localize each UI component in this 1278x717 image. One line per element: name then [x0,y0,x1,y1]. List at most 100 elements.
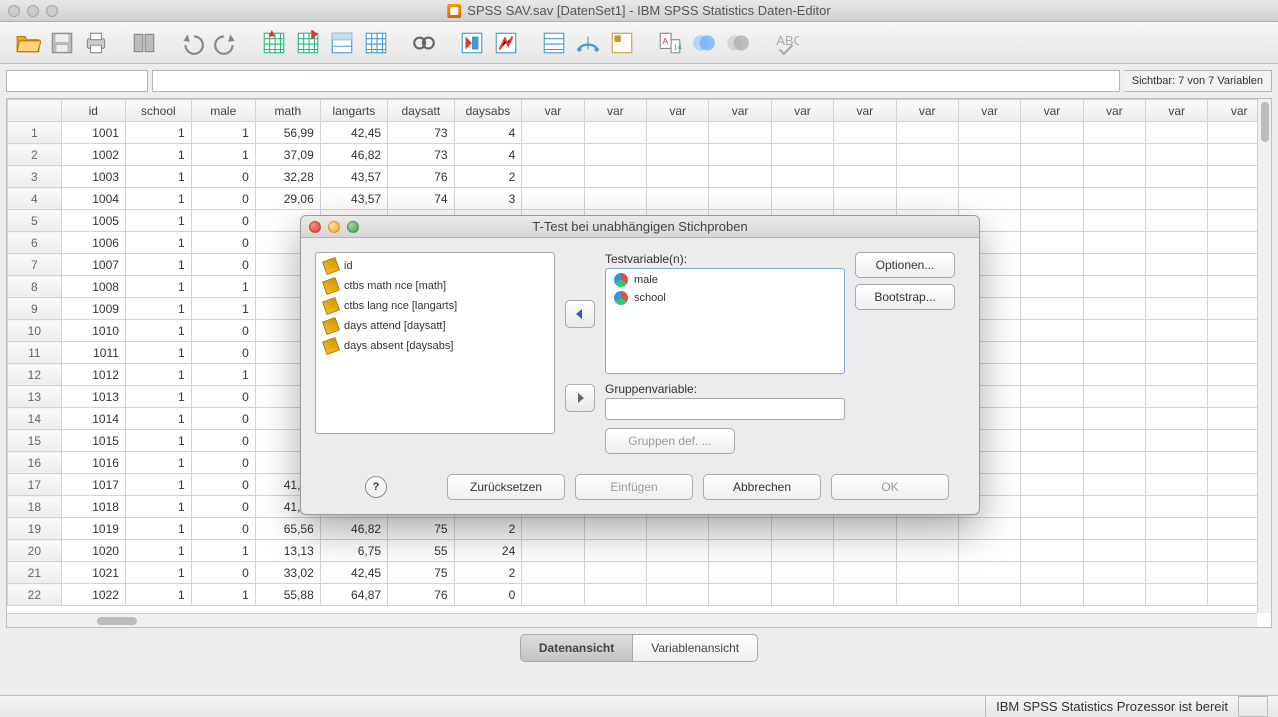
row-header[interactable]: 15 [8,430,62,452]
data-cell[interactable] [771,540,833,562]
row-header[interactable]: 6 [8,232,62,254]
show-all-button[interactable] [690,29,718,57]
data-cell[interactable]: 1013 [61,386,125,408]
row-header[interactable]: 19 [8,518,62,540]
col-header-empty[interactable]: var [584,100,646,122]
data-cell[interactable] [771,562,833,584]
data-cell[interactable]: 6,75 [320,540,387,562]
data-cell[interactable] [1021,408,1083,430]
data-cell[interactable]: 1012 [61,364,125,386]
data-cell[interactable]: 2 [454,518,522,540]
data-cell[interactable] [1083,320,1145,342]
data-cell[interactable]: 1 [191,122,255,144]
data-cell[interactable] [771,584,833,606]
data-cell[interactable]: 74 [388,188,455,210]
data-cell[interactable] [522,584,584,606]
data-cell[interactable] [1083,386,1145,408]
data-cell[interactable]: 75 [388,562,455,584]
data-cell[interactable]: 37,09 [255,144,320,166]
data-cell[interactable]: 0 [191,188,255,210]
data-cell[interactable] [709,518,771,540]
data-cell[interactable]: 46,82 [320,518,387,540]
source-list-item[interactable]: ctbs math nce [math] [316,276,554,296]
tab-variable-view[interactable]: Variablenansicht [632,634,758,662]
transform-button[interactable] [362,29,390,57]
data-cell[interactable]: 1 [125,474,191,496]
data-cell[interactable] [1083,188,1145,210]
data-cell[interactable]: 0 [191,232,255,254]
row-header[interactable]: 7 [8,254,62,276]
data-cell[interactable]: 1011 [61,342,125,364]
data-cell[interactable]: 32,28 [255,166,320,188]
data-cell[interactable] [1146,562,1208,584]
data-cell[interactable] [709,188,771,210]
row-header[interactable]: 8 [8,276,62,298]
data-cell[interactable] [1021,452,1083,474]
row-header[interactable]: 16 [8,452,62,474]
col-header-langarts[interactable]: langarts [320,100,387,122]
data-cell[interactable]: 0 [191,166,255,188]
col-header-empty[interactable]: var [709,100,771,122]
data-cell[interactable]: 42,45 [320,562,387,584]
data-cell[interactable] [647,144,709,166]
data-cell[interactable]: 1 [125,562,191,584]
data-cell[interactable]: 1 [125,232,191,254]
data-cell[interactable]: 1 [191,276,255,298]
data-cell[interactable]: 1 [125,254,191,276]
data-cell[interactable]: 1014 [61,408,125,430]
dialog-zoom-icon[interactable] [347,221,359,233]
col-header-id[interactable]: id [61,100,125,122]
data-cell[interactable]: 1 [125,584,191,606]
data-cell[interactable] [958,518,1020,540]
data-cell[interactable] [1021,276,1083,298]
data-cell[interactable] [1021,562,1083,584]
data-cell[interactable] [1083,342,1145,364]
col-header-male[interactable]: male [191,100,255,122]
zoom-icon[interactable] [46,5,58,17]
data-cell[interactable]: 1 [125,210,191,232]
data-cell[interactable]: 1 [125,452,191,474]
data-cell[interactable]: 0 [454,584,522,606]
data-cell[interactable] [647,518,709,540]
data-cell[interactable]: 0 [191,452,255,474]
data-cell[interactable]: 1 [125,298,191,320]
testvar-list-item[interactable]: male [606,271,844,289]
data-cell[interactable] [647,122,709,144]
data-cell[interactable]: 1 [125,364,191,386]
data-cell[interactable] [896,584,958,606]
data-cell[interactable] [522,518,584,540]
data-cell[interactable]: 1022 [61,584,125,606]
col-header-empty[interactable]: var [647,100,709,122]
data-cell[interactable] [1021,496,1083,518]
row-header[interactable]: 1 [8,122,62,144]
dialog-close-icon[interactable] [309,221,321,233]
data-cell[interactable]: 0 [191,496,255,518]
data-cell[interactable] [1083,496,1145,518]
data-cell[interactable] [896,540,958,562]
data-cell[interactable] [1021,518,1083,540]
data-cell[interactable] [1146,166,1208,188]
data-cell[interactable]: 33,02 [255,562,320,584]
data-cell[interactable] [647,562,709,584]
row-header[interactable]: 10 [8,320,62,342]
row-header[interactable]: 18 [8,496,62,518]
data-cell[interactable] [834,540,896,562]
data-cell[interactable] [1146,386,1208,408]
data-cell[interactable] [647,166,709,188]
row-header[interactable]: 21 [8,562,62,584]
goto-var-button[interactable] [294,29,322,57]
data-cell[interactable] [647,188,709,210]
data-cell[interactable]: 1 [125,122,191,144]
data-cell[interactable]: 1001 [61,122,125,144]
col-header-school[interactable]: school [125,100,191,122]
data-cell[interactable]: 0 [191,320,255,342]
move-to-groupvar-button[interactable] [565,384,595,412]
row-header[interactable]: 2 [8,144,62,166]
data-cell[interactable] [896,518,958,540]
data-cell[interactable] [1021,342,1083,364]
data-cell[interactable]: 24 [454,540,522,562]
data-cell[interactable] [1083,254,1145,276]
source-list-item[interactable]: days absent [daysabs] [316,336,554,356]
col-header-empty[interactable]: var [896,100,958,122]
source-list-item[interactable]: id [316,256,554,276]
